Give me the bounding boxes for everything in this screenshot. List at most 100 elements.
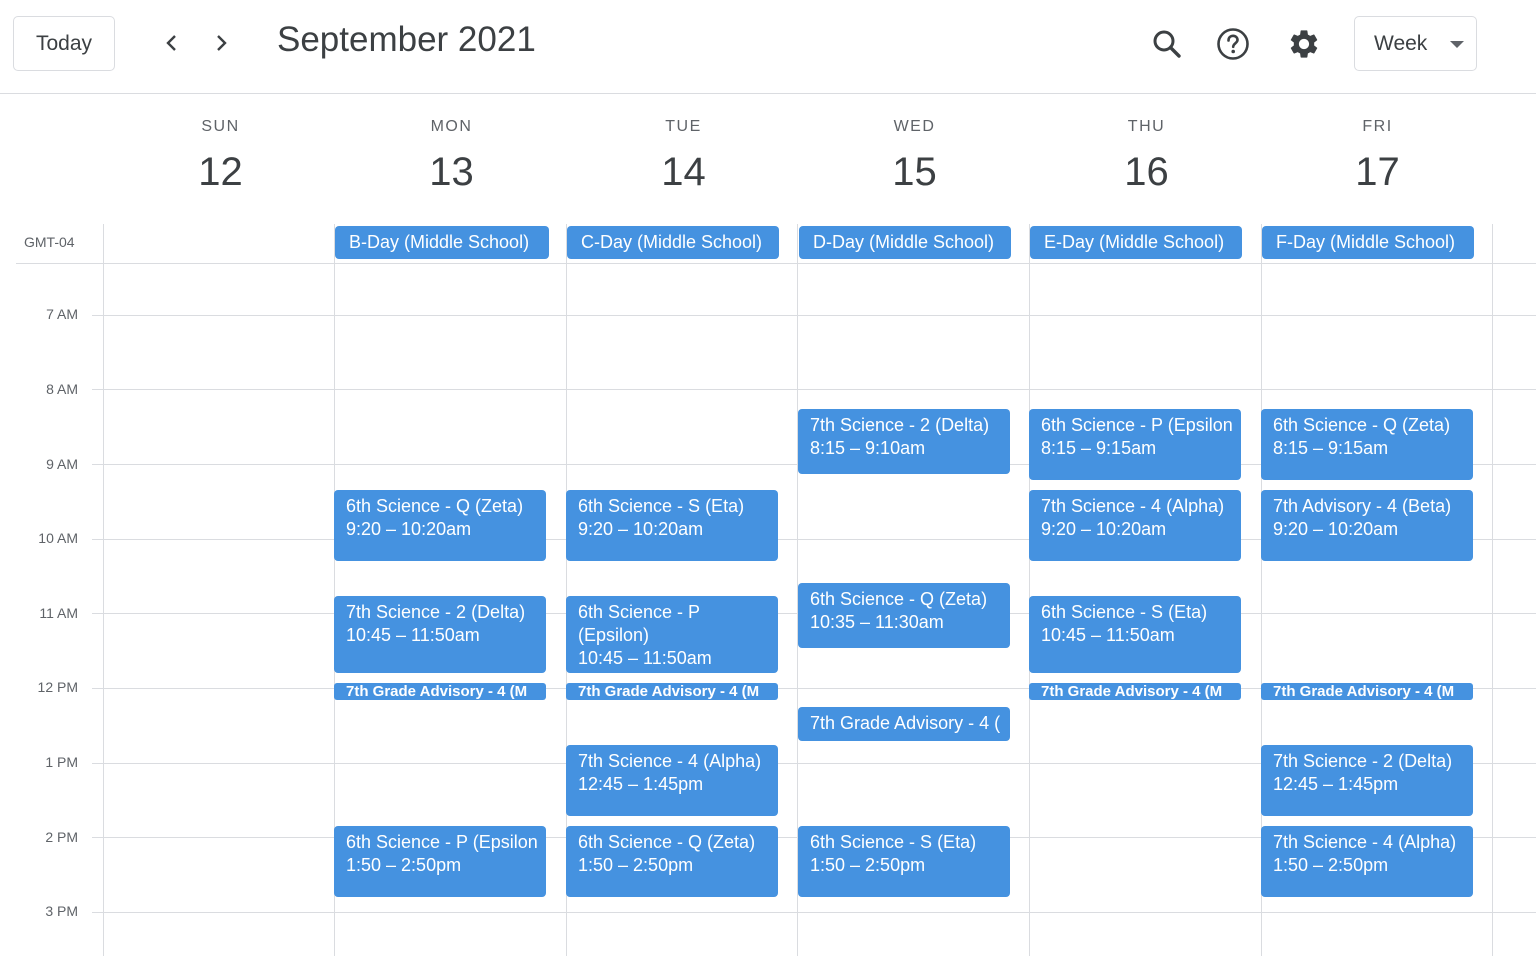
- day-of-week: MON: [430, 118, 473, 135]
- event-time: 10:45 – 11:50am: [578, 648, 712, 668]
- calendar-event[interactable]: 7th Science - 2 (Delta) 10:45 – 11:50am: [334, 596, 546, 673]
- day-of-week: THU: [1127, 118, 1166, 135]
- day-of-week: FRI: [1362, 118, 1393, 135]
- event-title: 6th Science - Q (Zeta): [1273, 415, 1451, 435]
- event-time: 10:45 – 11:50am: [346, 625, 480, 645]
- calendar-event[interactable]: 7th Grade Advisory - 4 (: [798, 707, 1010, 741]
- view-label: Week: [1374, 31, 1428, 55]
- calendar-event[interactable]: 7th Advisory - 4 (Beta) 9:20 – 10:20am: [1261, 490, 1473, 561]
- calendar-event[interactable]: 6th Science - Q (Zeta) 9:20 – 10:20am: [334, 490, 546, 561]
- calendar-event[interactable]: 6th Science - Q (Zeta) 10:35 – 11:30am: [798, 583, 1010, 648]
- event-title: 6th Science - Q (Zeta): [346, 496, 524, 516]
- event-title: 6th Science - S (Eta): [1041, 602, 1208, 622]
- calendar-event[interactable]: 7th Science - 2 (Delta) 8:15 – 9:10am: [798, 409, 1010, 474]
- event-title: 7th Science - 4 (Alpha): [578, 751, 762, 771]
- day-number[interactable]: 14: [568, 150, 799, 195]
- calendar-event[interactable]: 6th Science - P (Epsilon 8:15 – 9:15am: [1029, 409, 1241, 480]
- search-icon: [1153, 30, 1181, 58]
- event-title: 6th Science - P (Epsilon: [1041, 415, 1233, 435]
- day-header-thu[interactable]: THU 16: [1031, 118, 1262, 195]
- calendar-event[interactable]: 7th Science - 2 (Delta) 12:45 – 1:45pm: [1261, 745, 1473, 816]
- day-of-week: TUE: [665, 118, 702, 135]
- allday-event[interactable]: E-Day (Middle School): [1030, 226, 1242, 259]
- dropdown-caret-icon: [1450, 41, 1464, 48]
- event-time: 10:45 – 11:50am: [1041, 625, 1175, 645]
- event-time: 12:45 – 1:45pm: [1273, 774, 1399, 794]
- timezone-label: GMT-04: [24, 234, 75, 250]
- day-number[interactable]: 16: [1031, 150, 1262, 195]
- hour-label: 12 PM: [37, 679, 78, 695]
- calendar-event[interactable]: 7th Grade Advisory - 4 (M: [566, 683, 778, 700]
- event-title: 6th Science - P (Epsilon: [346, 832, 538, 852]
- event-time: 1:50 – 2:50pm: [346, 855, 462, 875]
- event-title: 7th Science - 2 (Delta): [346, 602, 526, 622]
- allday-divider: [16, 263, 1536, 264]
- calendar-event[interactable]: 6th Science - P (Epsilon) 10:45 – 11:50a…: [566, 596, 778, 673]
- event-time: 8:15 – 9:15am: [1273, 438, 1389, 458]
- next-week-button[interactable]: [201, 23, 241, 63]
- event-title: 7th Advisory - 4 (Beta): [1273, 496, 1452, 516]
- allday-event[interactable]: B-Day (Middle School): [335, 226, 549, 259]
- hour-line: [92, 912, 1536, 913]
- event-title: 7th Science - 4 (Alpha): [1041, 496, 1225, 516]
- calendar-event[interactable]: 6th Science - S (Eta) 10:45 – 11:50am: [1029, 596, 1241, 673]
- hour-label: 1 PM: [45, 754, 78, 770]
- event-time: 8:15 – 9:10am: [810, 438, 926, 458]
- event-time: 12:45 – 1:45pm: [578, 774, 704, 794]
- event-time: 9:20 – 10:20am: [578, 519, 704, 539]
- day-header-mon[interactable]: MON 13: [336, 118, 567, 195]
- grid-divider: [103, 224, 104, 956]
- grid-divider: [1492, 224, 1493, 956]
- day-number[interactable]: 13: [336, 150, 567, 195]
- help-button[interactable]: [1211, 22, 1255, 66]
- day-number[interactable]: 12: [105, 150, 336, 195]
- event-title: 6th Science - Q (Zeta): [810, 589, 988, 609]
- search-button[interactable]: [1145, 22, 1189, 66]
- calendar-event[interactable]: 7th Science - 4 (Alpha) 9:20 – 10:20am: [1029, 490, 1241, 561]
- event-title: 6th Science - P (Epsilon): [578, 602, 700, 645]
- calendar-event[interactable]: 7th Grade Advisory - 4 (M: [1029, 683, 1241, 700]
- chevron-right-icon: [217, 35, 227, 51]
- day-number[interactable]: 17: [1262, 150, 1493, 195]
- day-of-week: SUN: [201, 118, 240, 135]
- help-icon: [1217, 28, 1249, 60]
- allday-event[interactable]: C-Day (Middle School): [567, 226, 779, 259]
- hour-line: [92, 389, 1536, 390]
- event-time: 9:20 – 10:20am: [1273, 519, 1399, 539]
- calendar-header: Today September 2021 Week: [0, 0, 1536, 94]
- day-header-fri[interactable]: FRI 17: [1262, 118, 1493, 195]
- chevron-left-icon: [166, 35, 176, 51]
- grid-divider: [1029, 224, 1030, 956]
- day-header-sun[interactable]: SUN 12: [105, 118, 336, 195]
- day-header-tue[interactable]: TUE 14: [568, 118, 799, 195]
- day-number[interactable]: 15: [799, 150, 1030, 195]
- calendar-event[interactable]: 6th Science - Q (Zeta) 8:15 – 9:15am: [1261, 409, 1473, 480]
- view-selector[interactable]: Week: [1354, 16, 1477, 71]
- calendar-event[interactable]: 7th Grade Advisory - 4 (M: [334, 683, 546, 700]
- calendar-event[interactable]: 7th Science - 4 (Alpha) 12:45 – 1:45pm: [566, 745, 778, 816]
- calendar-event[interactable]: 7th Science - 4 (Alpha) 1:50 – 2:50pm: [1261, 826, 1473, 897]
- day-of-week: WED: [893, 118, 936, 135]
- event-title: 6th Science - S (Eta): [578, 496, 745, 516]
- day-header-wed[interactable]: WED 15: [799, 118, 1030, 195]
- allday-event[interactable]: D-Day (Middle School): [799, 226, 1011, 259]
- today-button[interactable]: Today: [13, 16, 115, 71]
- calendar-event[interactable]: 6th Science - S (Eta) 9:20 – 10:20am: [566, 490, 778, 561]
- event-title: 7th Science - 2 (Delta): [810, 415, 990, 435]
- event-title: 6th Science - S (Eta): [810, 832, 977, 852]
- previous-week-button[interactable]: [152, 23, 192, 63]
- event-time: 1:50 – 2:50pm: [578, 855, 694, 875]
- calendar-event[interactable]: 6th Science - Q (Zeta) 1:50 – 2:50pm: [566, 826, 778, 897]
- calendar-event[interactable]: 6th Science - S (Eta) 1:50 – 2:50pm: [798, 826, 1010, 897]
- calendar-event[interactable]: 6th Science - P (Epsilon 1:50 – 2:50pm: [334, 826, 546, 897]
- settings-button[interactable]: [1282, 22, 1326, 66]
- event-time: 10:35 – 11:30am: [810, 612, 944, 632]
- event-title: 6th Science - Q (Zeta): [578, 832, 756, 852]
- hour-label: 11 AM: [39, 605, 78, 621]
- settings-icon: [1290, 30, 1318, 58]
- hour-label: 10 AM: [38, 530, 78, 546]
- calendar-event[interactable]: 7th Grade Advisory - 4 (M: [1261, 683, 1473, 700]
- event-time: 9:20 – 10:20am: [346, 519, 472, 539]
- month-title: September 2021: [277, 20, 536, 59]
- allday-event[interactable]: F-Day (Middle School): [1262, 226, 1474, 259]
